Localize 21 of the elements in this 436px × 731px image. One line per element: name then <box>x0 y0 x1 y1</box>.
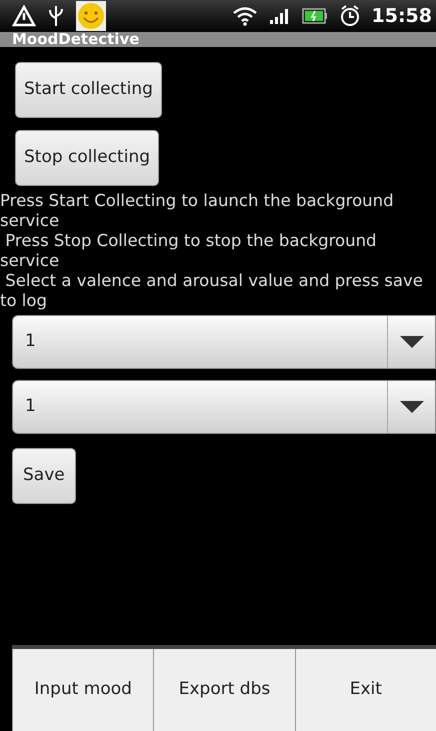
dropdown-arrow-icon <box>400 336 424 348</box>
save-button[interactable]: Save <box>12 448 76 504</box>
warning-icon <box>12 5 36 27</box>
battery-icon <box>302 8 328 24</box>
dropdown-arrow-icon <box>400 401 424 413</box>
instruction-text: Select a valence and arousal value and press save to log <box>0 271 424 311</box>
usb-icon <box>48 4 64 28</box>
value-dropdown[interactable]: 1 <box>12 380 436 434</box>
dropdown-value: 1 <box>24 330 37 354</box>
collect-button[interactable]: Start collecting <box>15 62 162 118</box>
dropdown-value: 1 <box>24 395 37 418</box>
smiley-icon <box>76 1 106 31</box>
value-dropdown[interactable]: 1 <box>12 315 436 369</box>
window-title: MoodDetective <box>12 32 140 47</box>
collect-button[interactable]: Stop collecting <box>15 130 160 186</box>
instruction-text: Press Stop Collecting to stop the background service <box>0 231 378 271</box>
signal-icon <box>270 8 290 24</box>
alarm-icon <box>340 5 360 27</box>
clock-time: 15:58 <box>372 4 432 29</box>
wifi-icon <box>232 6 258 26</box>
instruction-text: Press Start Collecting to launch the background service <box>0 191 395 231</box>
